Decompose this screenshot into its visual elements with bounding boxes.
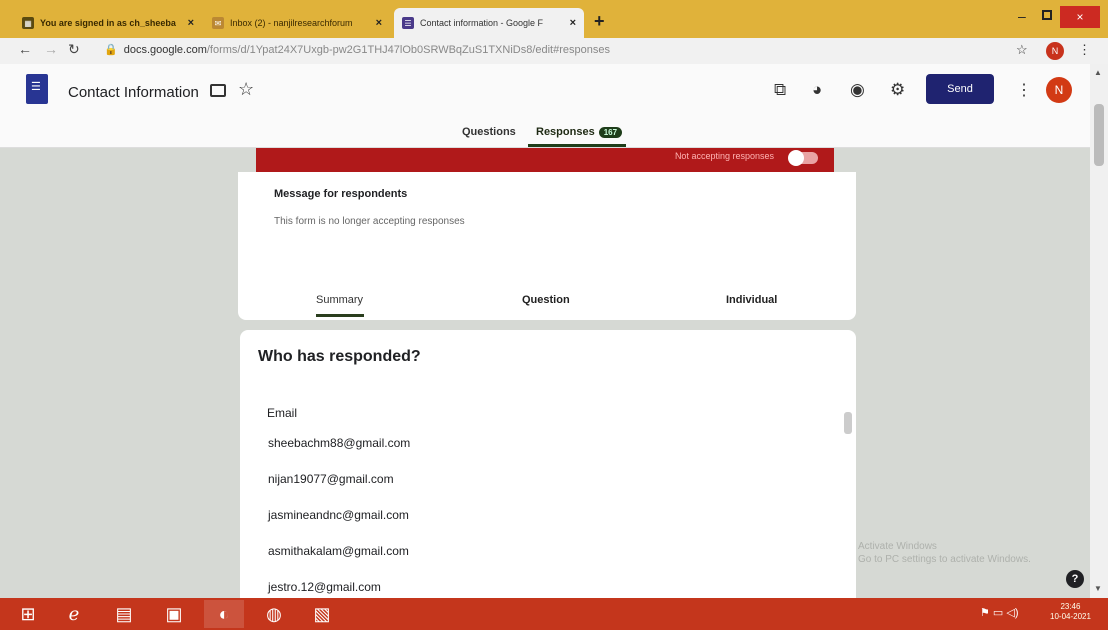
back-icon[interactable]: ← [18,41,32,57]
browser-tab-contact-information[interactable]: ☰ Contact information - Google F × [394,8,584,38]
accepting-responses-toggle[interactable] [788,150,818,166]
address-bar: ← → ↻ 🔒 docs.google.com/forms/d/1Ypat24X7… [0,38,1108,64]
bookmark-star-icon[interactable]: ☆ [1016,42,1028,58]
star-icon[interactable]: ☆ [238,79,254,100]
browser-tab-inbox[interactable]: ✉ Inbox (2) - nanjilresearchforum × [204,8,390,38]
chrome-icon[interactable]: ◐ [204,600,244,628]
url-path: /forms/d/1Ypat24X7Uxgb-pw2G1THJ47lOb0SRW… [206,44,610,56]
active-tab-indicator [528,144,626,147]
account-avatar[interactable]: N [1046,77,1072,103]
more-options-icon[interactable]: ⋮ [1016,80,1032,100]
active-subtab-indicator [316,314,364,317]
close-tab-icon[interactable]: × [188,17,194,29]
internet-explorer-icon[interactable]: ℯ [54,600,94,628]
close-tab-icon[interactable]: × [570,17,576,29]
window-close-icon[interactable]: × [1060,6,1100,28]
message-text-field[interactable]: This form is no longer accepting respons… [274,216,465,227]
scroll-up-icon[interactable]: ▲ [1094,68,1102,77]
help-icon[interactable]: ? [1066,570,1084,588]
new-tab-icon[interactable]: + [594,11,605,32]
windows-start-icon[interactable]: ⊞ [8,600,48,628]
list-item: nijan19077@gmail.com [268,472,394,486]
tab-responses[interactable]: Responses 167 [536,126,623,138]
subtab-question[interactable]: Question [522,294,570,306]
store-icon[interactable]: ▣ [154,600,194,628]
responders-title: Who has responded? [258,348,421,365]
mail-icon: ✉ [212,17,224,29]
tab-questions-label: Questions [462,126,516,138]
responders-card: Who has responded? Email sheebachm88@gma… [240,330,856,620]
list-item: jestro.12@gmail.com [268,580,381,594]
browser-tab-signed-in[interactable]: ▦ You are signed in as ch_sheeba × [14,8,202,38]
close-tab-icon[interactable]: × [376,17,382,29]
reload-icon[interactable]: ↻ [68,41,80,58]
browser-profile-avatar[interactable]: N [1046,42,1064,60]
google-forms-icon[interactable] [26,74,48,104]
file-explorer-icon[interactable]: ▤ [104,600,144,628]
browser-tab-label: Contact information - Google F [420,18,544,28]
settings-gear-icon[interactable]: ⚙ [890,80,905,100]
clock-date: 10-04-2021 [1050,612,1091,621]
tab-responses-label: Responses [536,126,595,138]
message-title: Message for respondents [274,188,408,200]
watermark-line-1: Activate Windows [858,541,937,552]
activate-windows-watermark: Activate Windows Go to PC settings to ac… [858,540,1031,566]
subtab-summary[interactable]: Summary [316,294,363,306]
responses-count-badge: 167 [598,127,623,138]
edge-icon[interactable]: ◍ [254,600,294,628]
scroll-thumb[interactable] [1094,104,1104,166]
url-host: docs.google.com [123,44,207,56]
email-column-header: Email [267,406,298,420]
forward-icon[interactable]: → [44,41,58,57]
sheets-icon: ▦ [22,17,34,29]
move-to-folder-icon[interactable] [210,84,226,97]
watermark-line-2: Go to PC settings to activate Windows. [858,554,1031,565]
preview-eye-icon[interactable]: ◉ [850,80,865,100]
windows-taskbar: ⊞ ℯ ▤ ▣ ◐ ◍ ▧ ⚑ ▭ ◁) 23:46 10-04-2021 [0,598,1108,630]
forms-icon: ☰ [402,17,414,29]
browser-tab-strip: ▦ You are signed in as ch_sheeba × ✉ Inb… [0,0,1108,38]
clock-time: 23:46 [1060,602,1081,611]
app-icon[interactable]: ▧ [302,600,342,628]
list-scrollbar[interactable] [844,412,852,434]
maximize-icon[interactable] [1042,10,1052,20]
send-button[interactable]: Send [926,74,994,104]
message-card: Message for respondents This form is no … [238,172,856,320]
browser-tab-label: Inbox (2) - nanjilresearchforum [230,18,353,28]
url-field[interactable]: 🔒 docs.google.com/forms/d/1Ypat24X7Uxgb-p… [104,43,610,56]
addon-puzzle-icon[interactable]: ⧉ [774,80,786,100]
palette-icon[interactable]: ◕ [812,80,822,100]
lock-icon: 🔒 [104,44,118,56]
accepting-responses-label: Not accepting responses [674,151,774,161]
tab-questions[interactable]: Questions [462,126,516,138]
scroll-down-icon[interactable]: ▼ [1094,584,1102,593]
system-tray[interactable]: ⚑ ▭ ◁) [980,606,1019,619]
accepting-responses-banner: Not accepting responses [256,148,834,172]
form-title[interactable]: Contact Information [68,84,199,101]
browser-menu-icon[interactable]: ⋮ [1078,42,1091,58]
forms-header: Contact Information ☆ ⧉ ◕ ◉ ⚙ Send ⋮ N Q… [0,64,1090,148]
browser-tab-label: You are signed in as ch_sheeba [40,18,176,28]
page-scrollbar[interactable]: ▲ ▼ [1090,64,1108,598]
list-item: jasmineandnc@gmail.com [268,508,409,522]
list-item: sheebachm88@gmail.com [268,436,411,450]
minimize-icon[interactable]: – [1018,8,1030,24]
taskbar-clock[interactable]: 23:46 10-04-2021 [1050,602,1091,622]
subtab-individual[interactable]: Individual [726,294,777,306]
list-item: asmithakalam@gmail.com [268,544,409,558]
